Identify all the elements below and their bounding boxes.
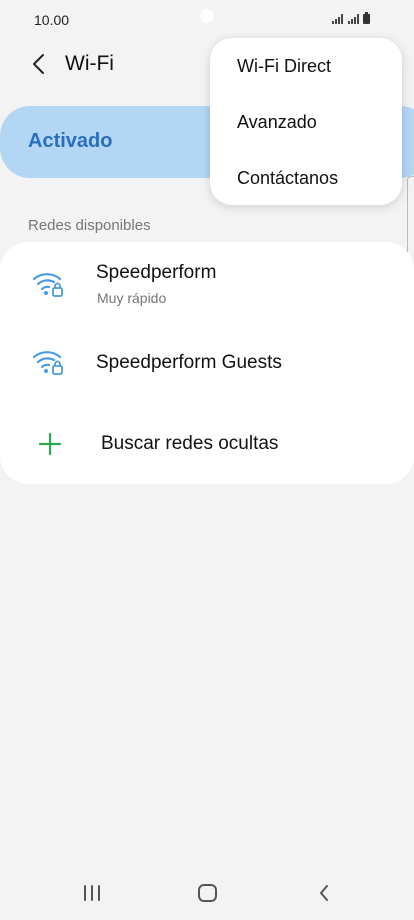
networks-list: Speedperform Muy rápido Speedperform Gue… [0,242,414,484]
network-name: Speedperform [96,262,217,283]
section-title-available-networks: Redes disponibles [28,217,151,234]
home-icon [198,884,217,902]
signal-icon-2 [348,14,359,24]
page-title: Wi-Fi [65,52,114,75]
menu-item-wifi-direct[interactable]: Wi-Fi Direct [237,56,331,77]
home-button[interactable] [194,882,222,904]
back-arrow-icon [33,54,44,74]
network-item-speedperform-guests[interactable]: Speedperform Guests [0,326,414,406]
back-nav-icon [320,885,328,901]
add-hidden-network-label: Buscar redes ocultas [101,433,279,454]
network-name: Speedperform Guests [96,352,282,373]
menu-item-contact[interactable]: Contáctanos [237,168,338,189]
wifi-toggle-label: Activado [28,130,113,152]
recents-button[interactable] [78,882,106,904]
recents-icon [84,885,100,901]
network-item-speedperform[interactable]: Speedperform Muy rápido [0,252,414,332]
camera-cutout [200,9,214,23]
plus-icon [38,432,62,456]
status-bar: 10.00 [0,0,414,40]
back-nav-button[interactable] [310,882,338,904]
wifi-lock-icon [32,273,63,297]
status-icons [332,11,380,30]
navigation-bar [0,864,414,920]
battery-icon [363,12,370,24]
menu-item-advanced[interactable]: Avanzado [237,112,317,133]
network-speed: Muy rápido [97,290,167,306]
status-time: 10.00 [34,12,70,28]
signal-icon [332,14,343,24]
add-hidden-network-item[interactable]: Buscar redes ocultas [0,406,414,486]
back-button[interactable] [24,50,52,78]
overflow-menu: Wi-Fi Direct Avanzado Contáctanos [210,38,402,205]
wifi-lock-icon [32,351,63,375]
